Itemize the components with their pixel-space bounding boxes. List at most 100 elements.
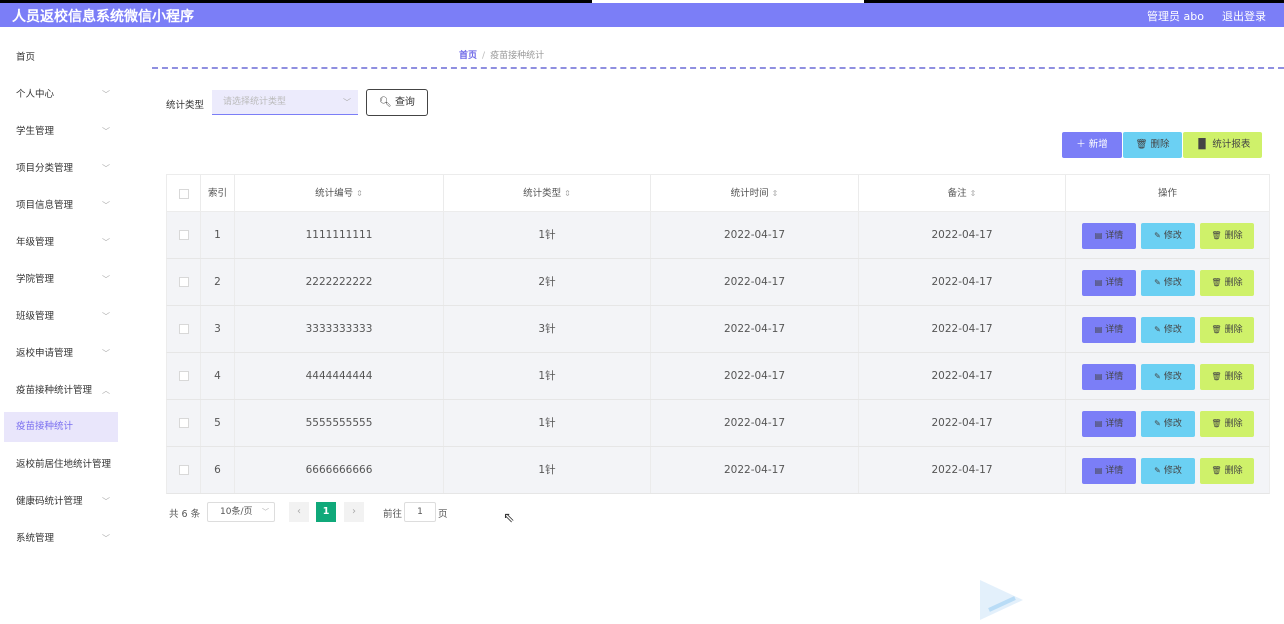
chevron-down-icon: ﹀ [102, 275, 110, 284]
sidebar-item-label: 学生管理 [16, 126, 55, 137]
data-table: 索引 统计编号 ⇕ 统计类型 ⇕ 统计时间 ⇕ 备注 ⇕ 操作 1 1111111111 1… [166, 174, 1270, 494]
row-checkbox[interactable] [178, 371, 189, 381]
detail-button[interactable]: ▤ 详情 [1082, 317, 1136, 343]
edit-button[interactable]: ✎ 修改 [1141, 270, 1195, 296]
row-checkbox[interactable] [178, 230, 189, 240]
sidebar-item-label: 疫苗接种统计管理 [16, 385, 93, 396]
cell-time: 2022-04-17 [651, 353, 859, 399]
cell-code: 6666666666 [235, 447, 444, 493]
sort-icon: ⇕ [564, 189, 571, 198]
breadcrumb-home[interactable]: 首页 [459, 51, 477, 61]
edit-label: 修改 [1163, 466, 1182, 476]
stat-report-button[interactable]: ▐▌ 统计报表 [1183, 132, 1262, 158]
batch-delete-button[interactable]: 🗑︎ 删除 [1123, 132, 1182, 158]
next-page-button[interactable]: › [344, 502, 364, 522]
cell-code: 4444444444 [235, 353, 444, 399]
delete-button[interactable]: 🗑︎ 删除 [1200, 223, 1254, 249]
sidebar-item-vaccine-stats-management[interactable]: 疫苗接种统计管理 ︿ [4, 372, 118, 409]
edit-button[interactable]: ✎ 修改 [1141, 458, 1195, 484]
delete-button[interactable]: 🗑︎ 删除 [1200, 317, 1254, 343]
cell-code: 5555555555 [235, 400, 444, 446]
header-label: 统计编号 [315, 188, 354, 199]
cell-code: 1111111111 [235, 212, 444, 258]
pencil-icon: ✎ [1154, 466, 1161, 475]
sidebar-item-home[interactable]: 首页 [4, 39, 118, 76]
breadcrumb-current: 疫苗接种统计 [490, 51, 545, 61]
delete-button[interactable]: 🗑︎ 删除 [1200, 458, 1254, 484]
sidebar-item-label: 项目信息管理 [16, 200, 74, 211]
cell-type: 2针 [444, 259, 651, 305]
table-row: 1 1111111111 1针 2022-04-17 2022-04-17 ▤ 详情 ✎ 修改 🗑… [166, 212, 1270, 259]
row-checkbox[interactable] [178, 465, 189, 475]
select-all-checkbox[interactable] [178, 188, 189, 199]
goto-page-input[interactable]: 1 [404, 502, 436, 522]
query-button[interactable]: 🔍︎ 查询 [366, 89, 428, 116]
sidebar-item-personal-center[interactable]: 个人中心 ﹀ [4, 76, 118, 113]
logout-link[interactable]: 退出登录 [1222, 8, 1266, 24]
prev-page-button[interactable]: ‹ [289, 502, 309, 522]
table-row: 6 6666666666 1针 2022-04-17 2022-04-17 ▤ 详情 ✎ 修改 🗑… [166, 447, 1270, 494]
sidebar-item-label: 项目分类管理 [16, 163, 74, 174]
sidebar-item-return-application[interactable]: 返校申请管理 ﹀ [4, 335, 118, 372]
table-row: 4 4444444444 1针 2022-04-17 2022-04-17 ▤ 详情 ✎ 修改 🗑… [166, 353, 1270, 400]
sidebar-item-class[interactable]: 班级管理 ﹀ [4, 298, 118, 335]
bar-chart-icon: ▐▌ [1194, 139, 1213, 150]
sidebar-item-system[interactable]: 系统管理 ﹀ [4, 520, 118, 557]
detail-button[interactable]: ▤ 详情 [1082, 411, 1136, 437]
chevron-down-icon: ﹀ [102, 238, 110, 247]
trash-icon: 🗑︎ [1211, 419, 1222, 428]
header-note[interactable]: 备注 ⇕ [859, 175, 1066, 211]
row-checkbox[interactable] [178, 277, 189, 287]
page-size-select[interactable]: 10条/页 ﹀ [207, 502, 275, 522]
header-time[interactable]: 统计时间 ⇕ [651, 175, 859, 211]
sidebar-item-health-code-stats[interactable]: 健康码统计管理 ﹀ [4, 483, 118, 520]
sidebar-item-label: 返校申请管理 [16, 348, 74, 359]
sidebar-item-project-category[interactable]: 项目分类管理 ﹀ [4, 150, 118, 187]
delete-label: 删除 [1224, 231, 1243, 241]
header-type[interactable]: 统计类型 ⇕ [444, 175, 651, 211]
row-checkbox[interactable] [178, 418, 189, 428]
sidebar-item-vaccine-stats[interactable]: 疫苗接种统计 [4, 412, 118, 442]
cell-time: 2022-04-17 [651, 400, 859, 446]
sidebar-item-students[interactable]: 学生管理 ﹀ [4, 113, 118, 150]
sidebar-item-residence-stats[interactable]: 返校前居住地统计管理 [4, 446, 118, 483]
sidebar-item-grade[interactable]: 年级管理 ﹀ [4, 224, 118, 261]
page-1-button[interactable]: 1 [316, 502, 336, 522]
header-op: 操作 [1157, 188, 1177, 199]
breadcrumb: 首页 / 疫苗接种统计 [459, 48, 544, 61]
sidebar-item-college[interactable]: 学院管理 ﹀ [4, 261, 118, 298]
cell-time: 2022-04-17 [651, 212, 859, 258]
edit-label: 修改 [1163, 231, 1182, 241]
edit-button[interactable]: ✎ 修改 [1141, 223, 1195, 249]
divider [152, 67, 1284, 69]
sort-icon: ⇕ [969, 189, 977, 198]
add-button[interactable]: ＋ 新增 [1062, 132, 1122, 158]
edit-button[interactable]: ✎ 修改 [1141, 364, 1195, 390]
cell-time: 2022-04-17 [651, 259, 859, 305]
row-checkbox[interactable] [178, 324, 189, 334]
edit-button[interactable]: ✎ 修改 [1141, 411, 1195, 437]
edit-button[interactable]: ✎ 修改 [1141, 317, 1195, 343]
cell-time: 2022-04-17 [651, 306, 859, 352]
detail-button[interactable]: ▤ 详情 [1082, 364, 1136, 390]
detail-button[interactable]: ▤ 详情 [1082, 458, 1136, 484]
cell-index: 1 [201, 212, 235, 258]
detail-button[interactable]: ▤ 详情 [1082, 223, 1136, 249]
header-code[interactable]: 统计编号 ⇕ [235, 175, 444, 211]
cell-note: 2022-04-17 [859, 212, 1066, 258]
delete-button[interactable]: 🗑︎ 删除 [1200, 270, 1254, 296]
cell-index: 2 [201, 259, 235, 305]
sort-icon: ⇕ [771, 189, 779, 198]
delete-button[interactable]: 🗑︎ 删除 [1200, 364, 1254, 390]
delete-button[interactable]: 🗑︎ 删除 [1200, 411, 1254, 437]
stat-type-select[interactable]: 请选择统计类型 ﹀ [212, 90, 358, 115]
detail-label: 详情 [1105, 372, 1124, 382]
delete-label: 删除 [1224, 372, 1243, 382]
app-header: 人员返校信息系统微信小程序 管理员 abo 退出登录 [0, 3, 1284, 27]
detail-button[interactable]: ▤ 详情 [1082, 270, 1136, 296]
cell-time: 2022-04-17 [651, 447, 859, 493]
sidebar-item-project-info[interactable]: 项目信息管理 ﹀ [4, 187, 118, 224]
chevron-down-icon: ﹀ [102, 349, 110, 358]
chevron-down-icon: ﹀ [102, 312, 110, 321]
sidebar-item-label: 返校前居住地统计管理 [16, 459, 112, 470]
